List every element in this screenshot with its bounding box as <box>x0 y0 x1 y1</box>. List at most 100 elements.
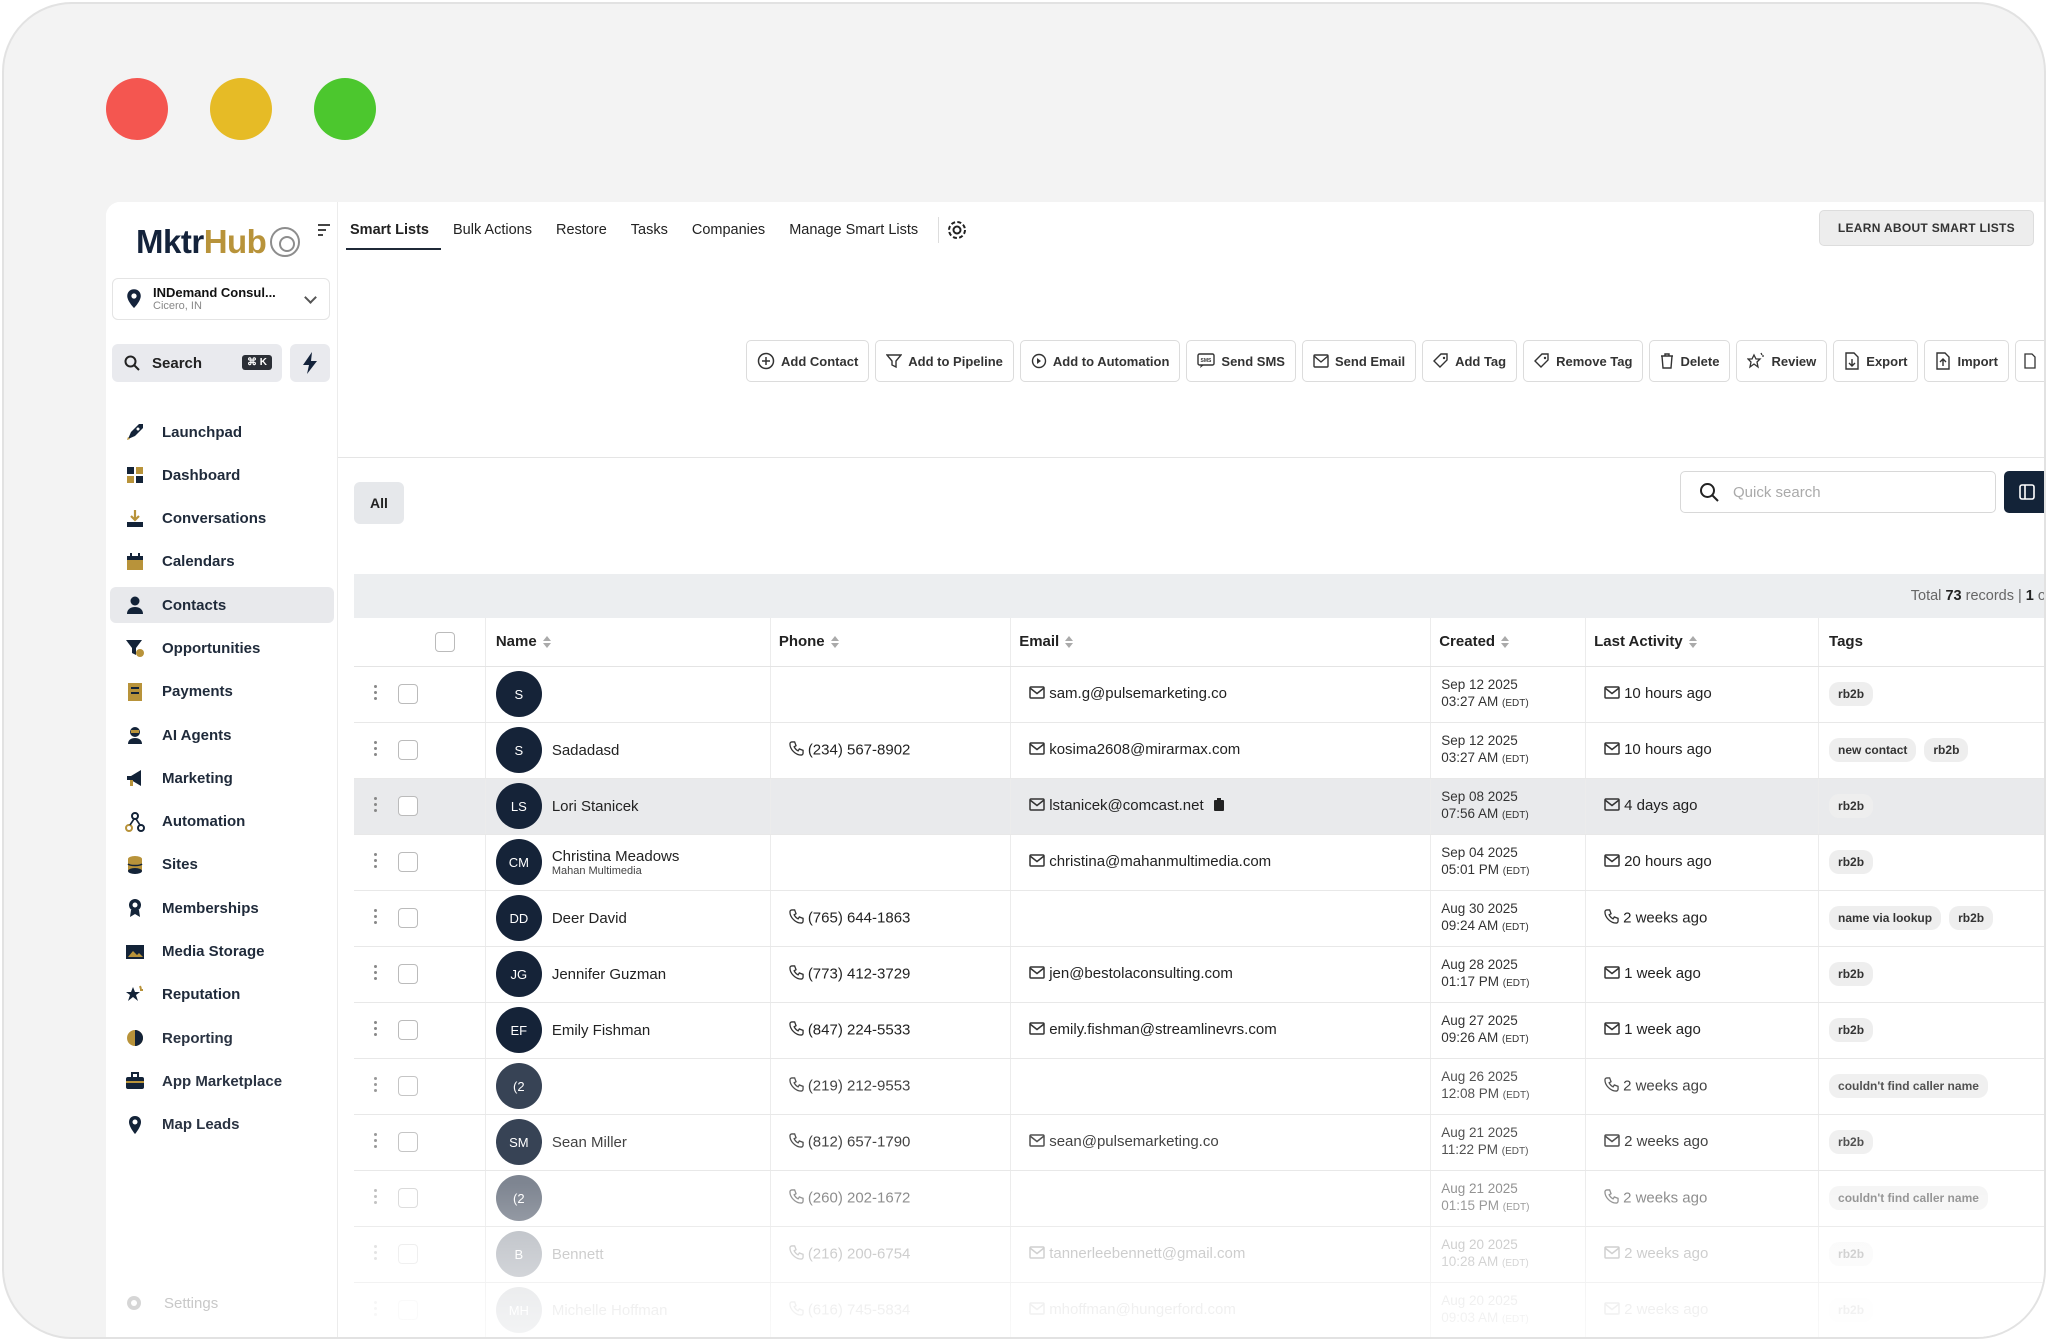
clipboard-icon[interactable] <box>1213 797 1224 815</box>
contact-email[interactable]: emily.fishman@streamlinevrs.com <box>1049 1021 1277 1038</box>
tag-chip[interactable]: rb2b <box>1829 850 1874 874</box>
row-checkbox[interactable] <box>398 740 418 760</box>
row-checkbox[interactable] <box>398 1244 418 1264</box>
minimize-window-button[interactable] <box>210 78 272 140</box>
contact-phone[interactable]: (616) 745-5834 <box>808 1301 911 1318</box>
header-created[interactable]: Created <box>1430 618 1586 667</box>
tag-chip[interactable]: name via lookup <box>1829 906 1942 930</box>
contact-email[interactable]: sean@pulsemarketing.co <box>1049 1133 1218 1150</box>
table-row[interactable]: MH Michelle Hoffman (616) 745-5834 mhoff… <box>354 1282 2044 1337</box>
table-row[interactable]: (2 (260) 202-1672 Aug 21 2025 01:15 PM (… <box>354 1170 2044 1227</box>
row-menu-icon[interactable] <box>374 965 378 983</box>
sidebar-item-app-marketplace[interactable]: App Marketplace <box>110 1063 334 1099</box>
avatar[interactable]: S <box>495 727 542 773</box>
contact-name[interactable]: Christina Meadows <box>552 848 680 865</box>
row-checkbox[interactable] <box>398 908 418 928</box>
maximize-window-button[interactable] <box>314 78 376 140</box>
table-row[interactable]: S Sadadasd (234) 567-8902 kosima2608@mir… <box>354 722 2044 779</box>
table-row[interactable]: B Bennett (216) 200-6754 tannerleebennet… <box>354 1226 2044 1283</box>
tag-chip[interactable]: rb2b <box>1924 738 1969 762</box>
contact-phone[interactable]: (216) 200-6754 <box>808 1245 911 1262</box>
quick-search-input[interactable]: Quick search <box>1680 471 1996 513</box>
close-window-button[interactable] <box>106 78 168 140</box>
tab-restore[interactable]: Restore <box>544 210 619 250</box>
row-menu-icon[interactable] <box>374 1189 378 1207</box>
sidebar-item-media-storage[interactable]: Media Storage <box>110 934 334 970</box>
contact-email[interactable]: lstanicek@comcast.net <box>1049 797 1203 814</box>
tab-smart-lists[interactable]: Smart Lists <box>338 210 441 250</box>
settings-gear-icon[interactable] <box>945 218 969 242</box>
menu-toggle-icon[interactable] <box>318 224 330 238</box>
sidebar-search-button[interactable]: Search ⌘ K <box>112 344 282 382</box>
contact-phone[interactable]: (219) 212-9553 <box>808 1077 911 1094</box>
sidebar-item-payments[interactable]: Payments <box>110 674 334 710</box>
row-menu-icon[interactable] <box>374 797 378 815</box>
avatar[interactable]: CM <box>495 839 542 885</box>
row-menu-icon[interactable] <box>374 741 378 759</box>
sidebar-item-sites[interactable]: Sites <box>110 847 334 883</box>
contact-name[interactable]: Bennett <box>552 1246 604 1263</box>
add-to-pipeline-button[interactable]: Add to Pipeline <box>875 340 1014 382</box>
tag-chip[interactable]: rb2b <box>1949 906 1994 930</box>
avatar[interactable]: S <box>495 671 542 717</box>
avatar[interactable]: (2 <box>495 1063 542 1109</box>
sidebar-item-automation[interactable]: Automation <box>110 804 334 840</box>
row-menu-icon[interactable] <box>374 853 378 871</box>
row-menu-icon[interactable] <box>374 1077 378 1095</box>
contact-name[interactable]: Sean Miller <box>552 1134 627 1151</box>
avatar[interactable]: SM <box>495 1119 542 1165</box>
row-menu-icon[interactable] <box>374 685 378 703</box>
sidebar-item-reputation[interactable]: Reputation <box>110 977 334 1013</box>
tag-chip[interactable]: new contact <box>1829 738 1917 762</box>
table-row[interactable]: SM Sean Miller (812) 657-1790 sean@pulse… <box>354 1114 2044 1171</box>
send-sms-button[interactable]: SMS Send SMS <box>1186 340 1296 382</box>
tag-chip[interactable]: rb2b <box>1829 1018 1874 1042</box>
row-menu-icon[interactable] <box>374 1245 378 1263</box>
review-button[interactable]: Review <box>1736 340 1828 382</box>
filter-all-button[interactable]: All <box>354 482 404 524</box>
avatar[interactable]: MH <box>495 1287 542 1333</box>
tab-manage-smart-lists[interactable]: Manage Smart Lists <box>777 210 930 250</box>
contact-email[interactable]: tannerleebennett@gmail.com <box>1049 1245 1245 1262</box>
sidebar-item-launchpad[interactable]: Launchpad <box>110 414 334 450</box>
table-row[interactable]: (2 (219) 212-9553 Aug 26 2025 12:08 PM (… <box>354 1058 2044 1115</box>
sidebar-item-marketing[interactable]: Marketing <box>110 760 334 796</box>
contact-name[interactable]: Deer David <box>552 910 627 927</box>
contact-phone[interactable]: (812) 657-1790 <box>808 1133 911 1150</box>
table-row[interactable]: CM Christina Meadows Mahan Multimedia ch… <box>354 834 2044 891</box>
tab-bulk-actions[interactable]: Bulk Actions <box>441 210 544 250</box>
sidebar-item-contacts[interactable]: Contacts <box>110 587 334 624</box>
avatar[interactable]: (2 <box>495 1175 542 1221</box>
add-tag-button[interactable]: Add Tag <box>1422 340 1518 382</box>
tag-chip[interactable]: rb2b <box>1829 1130 1874 1154</box>
sidebar-item-settings[interactable]: Settings <box>124 1293 218 1313</box>
more-actions-button[interactable] <box>2014 340 2044 382</box>
sidebar-item-opportunities[interactable]: Opportunities <box>110 630 334 666</box>
tag-chip[interactable]: couldn't find caller name <box>1829 1186 1988 1210</box>
tag-chip[interactable]: rb2b <box>1829 682 1874 706</box>
sidebar-item-memberships[interactable]: Memberships <box>110 890 334 926</box>
avatar[interactable]: EF <box>495 1007 542 1053</box>
row-menu-icon[interactable] <box>374 1301 378 1319</box>
tag-chip[interactable]: couldn't find caller name <box>1829 1074 1988 1098</box>
contact-phone[interactable]: (765) 644-1863 <box>808 909 911 926</box>
sidebar-item-dashboard[interactable]: Dashboard <box>110 457 334 493</box>
contact-phone[interactable]: (234) 567-8902 <box>808 741 911 758</box>
row-checkbox[interactable] <box>398 1020 418 1040</box>
row-checkbox[interactable] <box>398 684 418 704</box>
contact-name[interactable]: Sadadasd <box>552 742 620 759</box>
avatar[interactable]: LS <box>495 783 542 829</box>
add-contact-button[interactable]: Add Contact <box>746 340 870 382</box>
tag-chip[interactable]: rb2b <box>1829 1298 1874 1322</box>
account-switcher[interactable]: INDemand Consul... Cicero, IN <box>112 278 330 320</box>
contact-phone[interactable]: (260) 202-1672 <box>808 1189 911 1206</box>
row-checkbox[interactable] <box>398 1300 418 1320</box>
send-email-button[interactable]: Send Email <box>1301 340 1417 382</box>
contact-name[interactable]: Jennifer Guzman <box>552 966 666 983</box>
sidebar-item-conversations[interactable]: Conversations <box>110 501 334 537</box>
columns-toggle-button[interactable] <box>2004 471 2044 513</box>
sidebar-item-reporting[interactable]: Reporting <box>110 1020 334 1056</box>
avatar[interactable]: JG <box>495 951 542 997</box>
tab-tasks[interactable]: Tasks <box>619 210 680 250</box>
row-menu-icon[interactable] <box>374 1021 378 1039</box>
